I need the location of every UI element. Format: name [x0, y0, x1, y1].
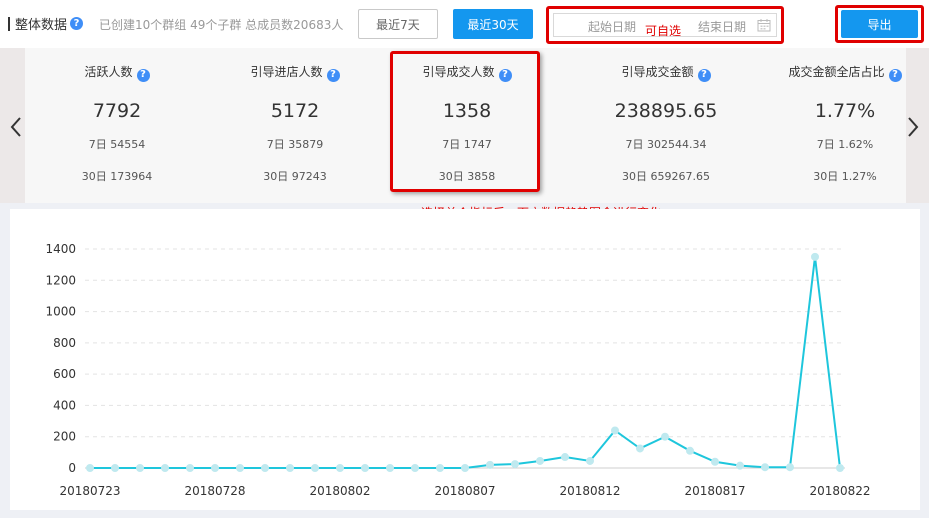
- metric-7day: 7日 54554: [88, 138, 146, 151]
- data-point: [661, 432, 669, 441]
- metric-value: 1.77%: [814, 100, 876, 122]
- metric-30day: 30日 1.27%: [813, 170, 877, 183]
- data-point: [511, 460, 519, 469]
- help-icon[interactable]: ?: [136, 68, 150, 82]
- data-point: [311, 464, 319, 472]
- x-tick-label: 20180812: [559, 484, 620, 498]
- export-button[interactable]: 导出: [841, 10, 918, 38]
- y-tick-label: 1400: [45, 242, 76, 256]
- x-tick-label: 20180723: [59, 484, 120, 498]
- data-point: [586, 456, 594, 465]
- data-point: [711, 457, 719, 466]
- last-7-days-button[interactable]: 最近7天: [358, 9, 438, 39]
- metric-30day: 30日 659267.65: [622, 170, 710, 183]
- data-point: [786, 463, 794, 472]
- export-highlight: 导出: [835, 5, 924, 43]
- data-point: [136, 464, 144, 472]
- data-point: [561, 453, 569, 462]
- metric-7day: 7日 35879: [266, 138, 324, 151]
- help-icon[interactable]: ?: [697, 68, 711, 82]
- data-point: [736, 461, 744, 470]
- x-tick-label: 20180802: [309, 484, 370, 498]
- x-tick-label: 20180817: [684, 484, 745, 498]
- metric-30day: 30日 173964: [81, 170, 153, 183]
- data-point: [336, 464, 344, 472]
- trend-chart-svg: 0 200 400 600 800 1000 1200 1400 20180723 2018072…: [45, 242, 870, 498]
- data-point: [236, 464, 244, 472]
- y-tick-label: 800: [53, 336, 76, 350]
- x-tick-label: 20180822: [809, 484, 870, 498]
- data-point: [361, 464, 369, 472]
- start-date-input[interactable]: 起始日期: [588, 18, 636, 35]
- x-tick-label: 20180728: [184, 484, 245, 498]
- metric-card-sales-amount[interactable]: 引导成交金额? 238895.65 7日 302544.34 30日 65926…: [578, 48, 754, 203]
- data-point: [211, 464, 219, 472]
- chevron-right-icon[interactable]: [906, 115, 920, 139]
- y-tick-label: 1200: [45, 273, 76, 287]
- metric-value: 5172: [270, 100, 320, 122]
- section-title-text: 整体数据: [15, 18, 68, 33]
- metric-label: 引导进店人数?: [207, 63, 383, 82]
- calendar-icon[interactable]: [757, 18, 771, 32]
- metric-card-store-visitors[interactable]: 引导进店人数? 5172 7日 35879 30日 97243: [207, 48, 383, 203]
- end-date-input[interactable]: 结束日期: [698, 18, 746, 35]
- metric-card-active-users[interactable]: 活跃人数? 7792 7日 54554 30日 173964: [29, 48, 205, 203]
- metric-value: 7792: [92, 100, 142, 122]
- metric-7day: 7日 302544.34: [625, 138, 707, 151]
- data-point: [461, 464, 469, 472]
- chevron-left-icon[interactable]: [9, 115, 23, 139]
- data-point: [436, 464, 444, 472]
- data-point: [486, 460, 494, 469]
- data-point: [186, 464, 194, 472]
- metric-30day: 30日 97243: [263, 170, 327, 183]
- data-point: [636, 444, 644, 453]
- data-point: [611, 426, 619, 435]
- trend-chart: 0 200 400 600 800 1000 1200 1400 20180723 2018072…: [10, 209, 920, 510]
- data-point: [411, 464, 419, 472]
- data-point: [686, 446, 694, 455]
- group-summary: 已创建10个群组 49个子群 总成员数20683人: [99, 18, 344, 32]
- data-point: [86, 464, 94, 472]
- selected-metric-highlight: [390, 51, 540, 192]
- data-point: [536, 456, 544, 465]
- data-point: [286, 464, 294, 472]
- data-point: [261, 464, 269, 472]
- x-tick-label: 20180807: [434, 484, 495, 498]
- metric-value: 238895.65: [614, 100, 718, 122]
- help-icon[interactable]: ?: [70, 17, 84, 30]
- y-tick-label: 200: [53, 430, 76, 444]
- help-icon[interactable]: ?: [888, 68, 902, 82]
- y-tick-label: 0: [68, 461, 76, 475]
- metric-label: 成交金额全店占比?: [757, 63, 929, 82]
- data-point: [811, 252, 819, 261]
- metric-label: 活跃人数?: [29, 63, 205, 82]
- data-point: [836, 464, 844, 472]
- last-30-days-button[interactable]: 最近30天: [453, 9, 533, 39]
- y-tick-label: 600: [53, 367, 76, 381]
- metric-card-sales-share[interactable]: 成交金额全店占比? 1.77% 7日 1.62% 30日 1.27%: [757, 48, 929, 203]
- annotation-custom-date: 可自选: [645, 24, 682, 38]
- data-point: [386, 464, 394, 472]
- section-title: 整体数据 ?: [8, 14, 84, 33]
- data-point: [161, 464, 169, 472]
- data-point: [761, 463, 769, 472]
- metric-label: 引导成交金额?: [578, 63, 754, 82]
- help-icon[interactable]: ?: [326, 68, 340, 82]
- data-point: [111, 464, 119, 472]
- y-tick-label: 1000: [45, 305, 76, 319]
- top-bar: 整体数据 ? 已创建10个群组 49个子群 总成员数20683人 最近7天 最近…: [0, 0, 929, 48]
- y-tick-label: 400: [53, 398, 76, 412]
- title-marker: [8, 16, 10, 31]
- metric-7day: 7日 1.62%: [816, 138, 874, 151]
